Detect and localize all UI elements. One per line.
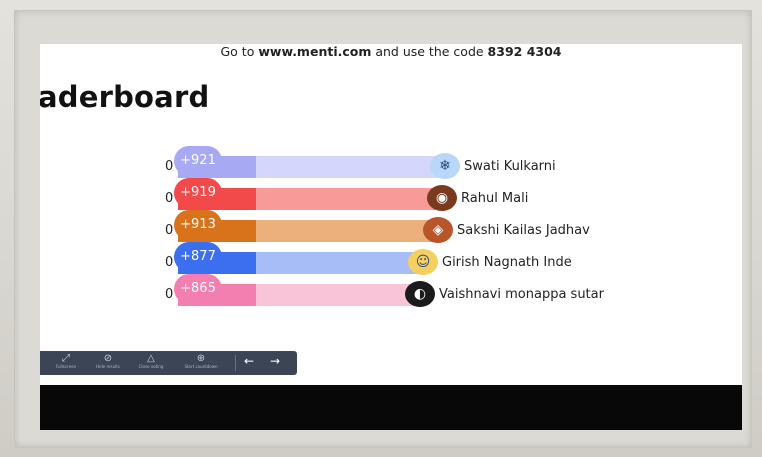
score-bubble: +865 [174,274,222,304]
leaderboard-row: 0 +865 ◐ Vaishnavi monappa sutar [40,274,742,309]
join-instructions: Go to www.menti.com and use the code 839… [40,44,742,60]
participant-name: Swati Kulkarni [464,159,556,174]
leaderboard-row: 0 +921 ❄ Swati Kulkarni [40,146,742,181]
start-countdown-button[interactable]: ⊕ Start countdown [178,353,224,373]
football-avatar-icon: ◉ [427,185,457,211]
score-bar-light [254,284,419,306]
fullscreen-label: Fullscreen [55,364,77,369]
face-avatar-icon: ☺ [408,249,438,275]
next-slide-button[interactable]: → [270,354,280,368]
leaderboard-row: 0 +919 ◉ Rahul Mali [40,178,742,213]
hide-results-label: Hide results [96,364,120,369]
score-bar-light [254,252,422,274]
previous-slide-button[interactable]: ← [244,354,254,368]
start-score: 0 [165,223,174,238]
score-bubble: +877 [174,242,222,272]
participant-name: Vaishnavi monappa sutar [439,287,604,302]
participant-name: Rahul Mali [461,191,529,206]
join-middle: and use the code [371,44,488,59]
hide-results-button[interactable]: ⊘ Hide results [90,353,126,373]
fullscreen-icon: ⤢ [62,353,70,364]
participant-name: Sakshi Kailas Jadhav [457,223,590,238]
countdown-icon: ⊕ [196,353,206,364]
participant-name: Girish Nagnath Inde [442,255,572,270]
toolbar-divider [235,355,236,371]
fullscreen-button[interactable]: ⤢ Fullscreen [48,353,84,373]
penguin-avatar-icon: ◐ [405,281,435,307]
leaderboard-row: 0 +913 ◈ Sakshi Kailas Jadhav [40,210,742,245]
join-code: 8392 4304 [487,44,562,59]
join-prefix: Go to [220,44,259,59]
slide-title: aderboard [40,80,210,114]
start-score: 0 [165,159,174,174]
close-voting-label: Close voting [138,364,164,369]
presentation-screen: Go to www.menti.com and use the code 839… [40,44,742,430]
score-bar-light [254,156,444,178]
countdown-label: Start countdown [184,364,218,369]
score-bar-light [254,188,441,210]
score-bubble: +913 [174,210,222,240]
start-score: 0 [165,287,174,302]
hide-results-icon: ⊘ [103,353,113,364]
cat-avatar-icon: ◈ [423,217,453,243]
start-score: 0 [165,255,174,270]
score-bar-light [254,220,437,242]
leaderboard-row: 0 +877 ☺ Girish Nagnath Inde [40,242,742,277]
close-voting-icon: △ [147,353,155,364]
join-url[interactable]: www.menti.com [258,44,371,59]
bottom-black-bar [40,385,742,430]
score-bubble: +921 [174,146,222,176]
close-voting-button[interactable]: △ Close voting [133,353,169,373]
start-score: 0 [165,191,174,206]
score-bubble: +919 [174,178,222,208]
snowflake-avatar-icon: ❄ [430,153,460,179]
presenter-toolbar: ⤢ Fullscreen ⊘ Hide results △ Close voti… [40,351,297,375]
